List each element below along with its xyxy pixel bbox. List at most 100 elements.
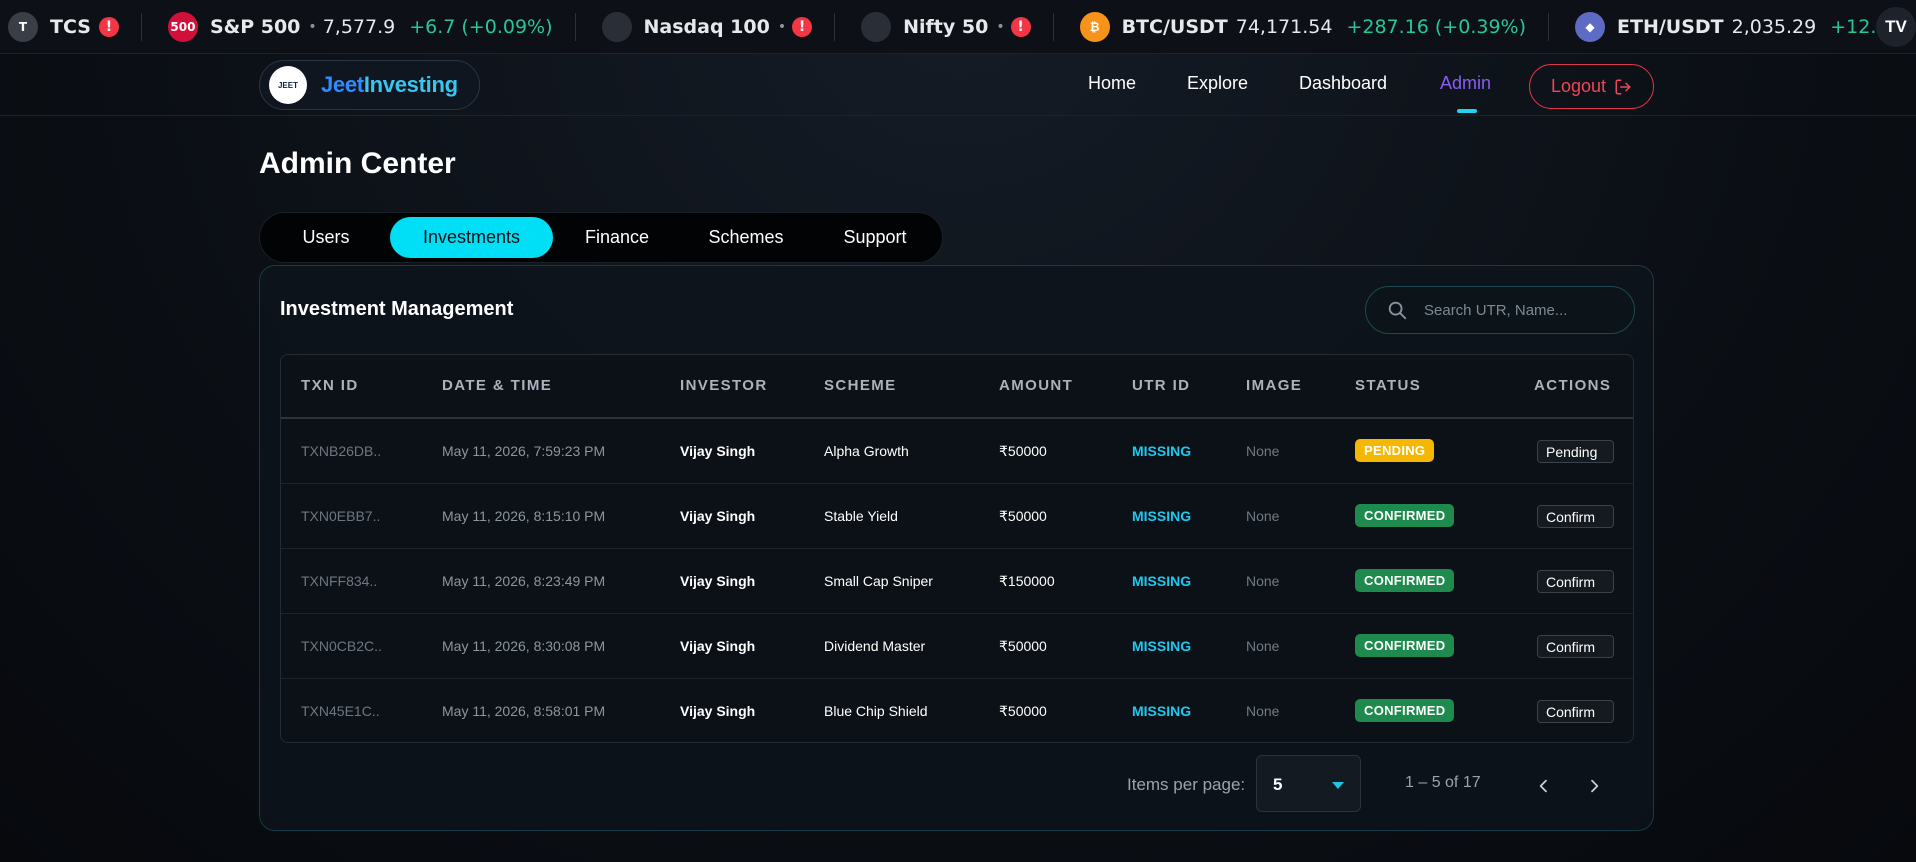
chevron-down-icon (1332, 782, 1344, 789)
investor-cell: Vijay Singh (680, 638, 756, 654)
next-page-button[interactable] (1580, 772, 1608, 800)
ticker-name: BTC/USDT (1121, 15, 1228, 38)
date-cell: May 11, 2026, 7:59:23 PM (442, 443, 606, 459)
nav-dashboard[interactable]: Dashboard (1299, 73, 1387, 94)
utr-cell: MISSING (1132, 703, 1192, 719)
table-row: TXNFF834.. May 11, 2026, 8:23:49 PM Vijay … (281, 549, 1633, 614)
image-cell: None (1246, 508, 1280, 524)
investor-cell: Vijay Singh (680, 443, 756, 459)
row-action-select[interactable]: Confirm (1537, 570, 1614, 593)
table-header: TXN ID DATE & TIME INVESTOR SCHEME AMOUN… (281, 355, 1633, 419)
ticker-dot-icon: • (308, 18, 317, 35)
ticker-item[interactable]: 500 S&P 500 • 7,577.9 +6.7 (+0.09%) (160, 11, 576, 42)
tab-schemes-label: Schemes (708, 227, 784, 247)
table-row: TXN0CB2C.. May 11, 2026, 8:30:08 PM Vijay … (281, 614, 1633, 679)
column-status[interactable]: STATUS (1355, 377, 1421, 394)
ticker-price: 7,577.9 (322, 15, 396, 38)
pagination-range: 1 – 5 of 17 (1405, 774, 1481, 791)
ticker-name: S&P 500 (209, 15, 301, 38)
tab-schemes[interactable]: Schemes (681, 217, 811, 258)
investor-cell: Vijay Singh (680, 703, 756, 719)
date-cell: May 11, 2026, 8:15:10 PM (442, 508, 606, 524)
ticker-price: 2,035.29 (1731, 15, 1817, 38)
search-box[interactable] (1365, 286, 1635, 334)
chevron-left-icon (1539, 779, 1547, 793)
chevron-right-icon (1591, 779, 1599, 793)
image-cell: None (1246, 573, 1280, 589)
ticker-name: TCS (50, 15, 91, 38)
warning-icon: ! (1010, 16, 1031, 37)
column-image[interactable]: IMAGE (1246, 377, 1302, 394)
amount-cell: ₹50000 (999, 638, 1047, 654)
ticker-price: 74,171.54 (1235, 15, 1333, 38)
items-per-page-label: Items per page: (1127, 775, 1246, 794)
tab-support[interactable]: Support (815, 217, 935, 258)
logout-icon (1615, 79, 1631, 94)
column-txn-id[interactable]: TXN ID (301, 377, 359, 394)
amount-cell: ₹50000 (999, 703, 1047, 719)
tab-support-label: Support (843, 227, 907, 247)
txn-id-cell: TXNFF834.. (301, 573, 378, 589)
tab-investments[interactable]: Investments (390, 217, 553, 258)
tab-finance[interactable]: Finance (557, 217, 677, 258)
investor-cell: Vijay Singh (680, 573, 756, 589)
column-date-time[interactable]: DATE & TIME (442, 377, 552, 394)
tradingview-logo[interactable]: TV (1876, 7, 1916, 47)
admin-tabs: Users Investments Finance Schemes Suppor… (259, 212, 943, 263)
scheme-cell: Alpha Growth (824, 443, 909, 459)
amount-cell: ₹50000 (999, 443, 1047, 459)
ticker-symbol-icon: ◆ (1575, 11, 1605, 42)
ticker-change: +6.7 (+0.09%) (409, 15, 553, 38)
investments-table: TXN ID DATE & TIME INVESTOR SCHEME AMOUN… (280, 354, 1634, 743)
ticker-item[interactable]: T TCS! (0, 11, 142, 42)
nav-explore[interactable]: Explore (1187, 73, 1248, 94)
brand-logo-icon: JEET (269, 66, 307, 104)
ticker-dot-icon: • (777, 18, 787, 35)
row-action-select[interactable]: Confirm (1537, 700, 1614, 723)
nav-active-indicator (1457, 109, 1477, 113)
ticker-symbol-icon (601, 11, 632, 42)
scheme-cell: Blue Chip Shield (824, 703, 928, 719)
card-title: Investment Management (280, 298, 514, 320)
status-badge: CONFIRMED (1355, 504, 1455, 527)
row-action-select[interactable]: Confirm (1537, 505, 1614, 528)
ticker-item[interactable]: ◆ETH/USDT2,035.29+12.85 (+0.64%) (1567, 11, 1916, 42)
table-row: TXN0EBB7.. May 11, 2026, 8:15:10 PM Vijay … (281, 484, 1633, 549)
ticker-item[interactable]: Nasdaq 100 •! (594, 11, 836, 42)
warning-icon: ! (792, 16, 813, 37)
brand-name-part1: Jeet (321, 72, 364, 97)
previous-page-button[interactable] (1530, 772, 1558, 800)
brand-logo-link[interactable]: JEET JeetInvesting (259, 60, 480, 110)
table-row: TXNB26DB.. May 11, 2026, 7:59:23 PM Vijay … (281, 419, 1633, 484)
ticker-item[interactable]: ₿ BTC/USDT 74,171.54 +287.16 (+0.39%) (1072, 11, 1549, 42)
logout-button[interactable]: Logout (1529, 64, 1654, 109)
column-amount[interactable]: AMOUNT (999, 377, 1073, 394)
ticker-name: Nifty 50 (903, 15, 989, 38)
column-scheme[interactable]: SCHEME (824, 377, 897, 394)
tab-users[interactable]: Users (266, 217, 386, 258)
column-investor[interactable]: INVESTOR (680, 377, 768, 394)
nav-admin[interactable]: Admin (1440, 73, 1491, 94)
date-cell: May 11, 2026, 8:23:49 PM (442, 573, 606, 589)
items-per-page-select[interactable]: 5 (1256, 755, 1361, 812)
items-per-page-value: 5 (1273, 775, 1283, 794)
logout-label: Logout (1550, 76, 1607, 96)
ticker-item[interactable]: Nifty 50 •! (853, 11, 1054, 42)
scheme-cell: Small Cap Sniper (824, 573, 933, 589)
row-action-select[interactable]: Confirm (1537, 635, 1614, 658)
image-cell: None (1246, 638, 1280, 654)
table-row: TXN45E1C.. May 11, 2026, 8:58:01 PM Vijay … (281, 679, 1633, 742)
status-badge: CONFIRMED (1355, 634, 1455, 657)
search-input[interactable] (1424, 301, 1624, 319)
ticker-symbol-icon (861, 11, 892, 42)
txn-id-cell: TXN0CB2C.. (301, 638, 382, 654)
status-badge: CONFIRMED (1355, 699, 1455, 722)
column-utr-id[interactable]: UTR ID (1132, 377, 1190, 394)
brand-name-part2: Investing (363, 72, 458, 97)
txn-id-cell: TXN0EBB7.. (301, 508, 381, 524)
nav-home[interactable]: Home (1088, 73, 1136, 94)
column-actions[interactable]: ACTIONS (1534, 377, 1611, 394)
row-action-select[interactable]: Pending (1537, 440, 1614, 463)
warning-icon: ! (98, 16, 119, 37)
utr-cell: MISSING (1132, 573, 1192, 589)
